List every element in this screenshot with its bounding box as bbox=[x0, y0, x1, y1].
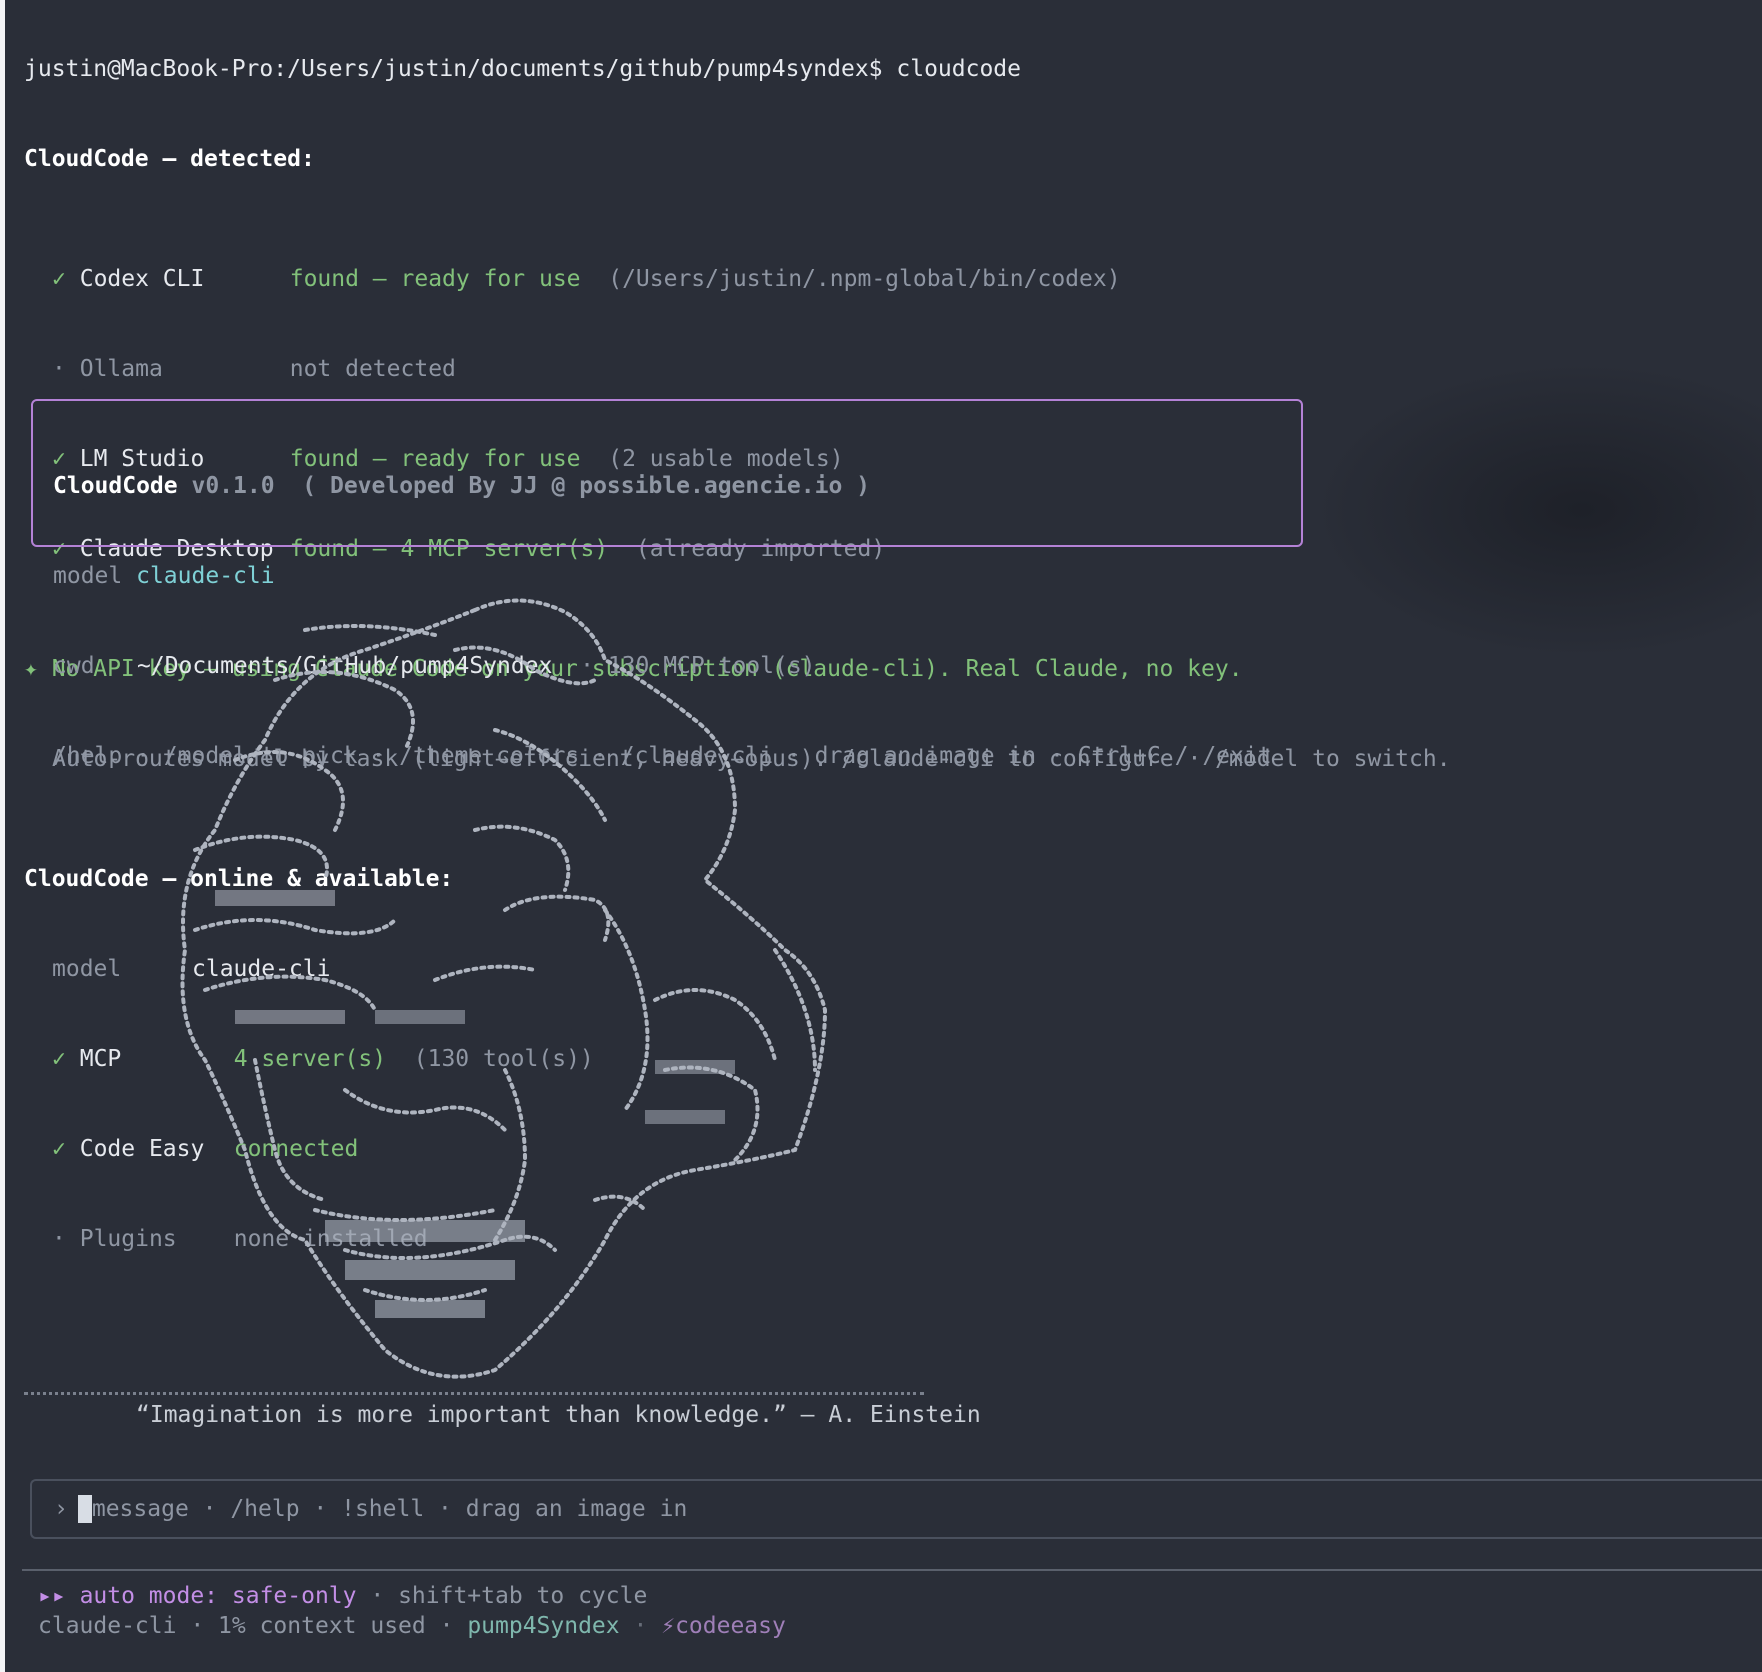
status-project: pump4Syndex bbox=[467, 1613, 620, 1639]
message-input[interactable]: › message · /help · !shell · drag an imag… bbox=[30, 1479, 1762, 1539]
card-version: v0.1.0 bbox=[191, 473, 275, 499]
message-placeholder: message · /help · !shell · drag an image… bbox=[91, 1496, 688, 1522]
text-cursor bbox=[77, 1495, 92, 1523]
status-divider bbox=[22, 1569, 1762, 1571]
status-context: · 1% context used · bbox=[190, 1613, 454, 1639]
card-credit: ( Developed By JJ @ possible.agencie.io … bbox=[302, 473, 871, 499]
card-title-row: CloudCode v0.1.0 ( Developed By JJ @ pos… bbox=[53, 471, 1301, 501]
detected-item-name: Ollama bbox=[79, 356, 163, 382]
detected-heading: CloudCode — detected: bbox=[24, 146, 315, 172]
detected-item: · Ollama not detected bbox=[24, 354, 1762, 384]
info-card: CloudCode v0.1.0 ( Developed By JJ @ pos… bbox=[31, 399, 1303, 769]
check-icon: ✓ bbox=[52, 1046, 66, 1072]
card-model-label: model bbox=[53, 563, 123, 589]
fast-forward-icon: ▸▸ bbox=[38, 1583, 66, 1609]
einstein-quote: “Imagination is more important than know… bbox=[136, 1402, 981, 1428]
card-app-name: CloudCode bbox=[53, 473, 178, 499]
window-edge bbox=[0, 0, 5, 1672]
card-model-row: model claude-cli bbox=[53, 561, 1301, 591]
detected-item-note: (/Users/justin/.npm-global/bin/codex) bbox=[608, 266, 1121, 292]
check-icon: ✓ bbox=[52, 1136, 66, 1162]
detected-item: ✓ Codex CLI found — ready for use (/Users… bbox=[24, 264, 1762, 294]
mode-label: auto mode: safe-only bbox=[79, 1583, 357, 1609]
check-icon: ✓ bbox=[52, 266, 66, 292]
card-cwd-label: cwd bbox=[53, 653, 95, 679]
prompt-chevron-icon: › bbox=[54, 1496, 68, 1522]
online-model-label: model bbox=[52, 956, 122, 982]
dot-icon: · bbox=[52, 1226, 66, 1252]
shell-command-line: justin@MacBook-Pro:/Users/justin/documen… bbox=[24, 56, 1021, 82]
mode-hint: · shift+tab to cycle bbox=[370, 1583, 648, 1609]
status-separator: · bbox=[633, 1613, 648, 1639]
detected-item-status: found — ready for use bbox=[289, 266, 581, 292]
status-brand: ⚡codeeasy bbox=[661, 1613, 786, 1639]
dot-icon: · bbox=[52, 356, 66, 382]
status-model: claude-cli bbox=[38, 1613, 177, 1639]
detected-item-status: not detected bbox=[289, 356, 456, 382]
mode-status-line[interactable]: ▸▸ auto mode: safe-only · shift+tab to c… bbox=[38, 1583, 647, 1609]
detected-item-name: Codex CLI bbox=[79, 266, 205, 292]
einstein-ascii-portrait bbox=[180, 598, 828, 1379]
session-status-line: claude-cli · 1% context used · pump4Synd… bbox=[38, 1613, 786, 1639]
card-model-value: claude-cli bbox=[136, 563, 275, 589]
ascii-ground-line bbox=[24, 1392, 924, 1399]
